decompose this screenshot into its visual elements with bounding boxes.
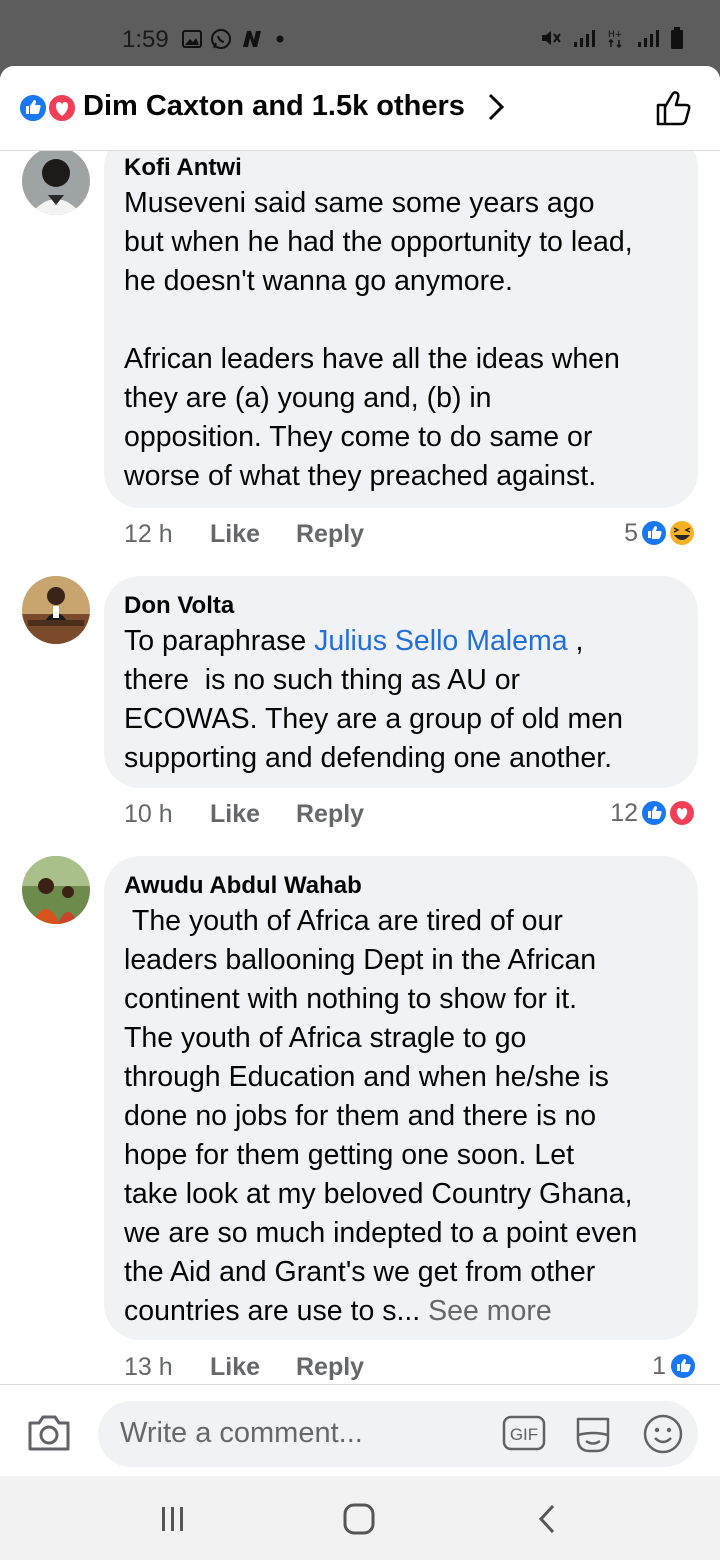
comment-timestamp: 10 h <box>124 800 173 828</box>
comment-bubble[interactable]: Don Volta To paraphrase Julius Sello Mal… <box>104 576 698 788</box>
comment-line: countries are use to s... See more <box>124 1292 552 1331</box>
signal-icon <box>574 30 595 47</box>
status-left-icons <box>182 28 288 50</box>
comment-line: worse of what they preached against. <box>124 460 597 492</box>
reaction-count[interactable]: 12 <box>610 798 698 828</box>
comment-text: , <box>567 625 584 657</box>
reactions-header[interactable]: Dim Caxton and 1.5k others <box>0 66 720 151</box>
status-bar: 1:59 H+ <box>0 0 720 70</box>
like-reaction-icon <box>640 799 668 827</box>
home-icon[interactable] <box>342 1502 376 1536</box>
gif-icon[interactable]: GIF <box>502 1415 546 1451</box>
camera-icon[interactable] <box>26 1411 72 1453</box>
comment-input-placeholder: Write a comment... <box>120 1417 363 1449</box>
reply-link[interactable]: Reply <box>296 1353 364 1382</box>
comment-line: ECOWAS. They are a group of old men <box>124 703 623 735</box>
comment-line: the Aid and Grant's we get from other <box>124 1256 596 1288</box>
comment-composer: Write a comment... GIF <box>0 1384 720 1476</box>
comment-line: through Education and when he/she is <box>124 1061 609 1093</box>
reply-link[interactable]: Reply <box>296 800 364 829</box>
like-link[interactable]: Like <box>210 800 260 829</box>
like-reaction-icon <box>669 1352 697 1380</box>
comment-line: he doesn't wanna go anymore. <box>124 265 513 297</box>
comment-author[interactable]: Don Volta <box>124 592 234 620</box>
like-link[interactable]: Like <box>210 520 260 549</box>
comment-line: opposition. They come to do same or <box>124 421 593 453</box>
love-reaction-icon <box>668 799 696 827</box>
comments-sheet: Dim Caxton and 1.5k others Kofi Antwi Mu… <box>0 66 720 1476</box>
system-nav-bar <box>0 1476 720 1560</box>
recents-icon[interactable] <box>158 1504 188 1534</box>
avatar[interactable] <box>22 150 90 215</box>
comment-input[interactable]: Write a comment... GIF <box>98 1401 698 1467</box>
comment-bubble[interactable]: Awudu Abdul Wahab The youth of Africa ar… <box>104 856 698 1340</box>
comment-line: The youth of Africa are tired of our <box>124 905 563 937</box>
back-icon[interactable] <box>536 1502 558 1536</box>
reactions-summary[interactable]: Dim Caxton and 1.5k others <box>83 90 465 123</box>
dot-icon <box>276 35 284 43</box>
comment-line: Museveni said same some years ago <box>124 187 595 219</box>
see-more-link[interactable]: See more <box>428 1295 552 1327</box>
hplus-icon: H+ <box>608 30 622 48</box>
comment-line: hope for them getting one soon. Let <box>124 1139 574 1171</box>
comment-line: The youth of Africa stragle to go <box>124 1022 527 1054</box>
comment-text: countries are use to s... <box>124 1295 429 1327</box>
header-reactions <box>18 93 77 123</box>
reaction-count-value: 12 <box>610 798 638 827</box>
chevron-right-icon[interactable] <box>484 90 508 124</box>
comment-author[interactable]: Awudu Abdul Wahab <box>124 872 362 900</box>
comment-timestamp: 12 h <box>124 520 173 548</box>
reply-link[interactable]: Reply <box>296 520 364 549</box>
comment-line: done no jobs for them and there is no <box>124 1100 597 1132</box>
signal2-icon <box>638 30 659 47</box>
comment-line: To paraphrase Julius Sello Malema , <box>124 622 583 661</box>
reaction-count-value: 5 <box>624 518 638 547</box>
comment-line: leaders ballooning Dept in the African <box>124 944 597 976</box>
comment-line: continent with nothing to show for it. <box>124 983 578 1015</box>
comment-line: but when he had the opportunity to lead, <box>124 226 633 258</box>
sticker-icon[interactable] <box>572 1413 614 1455</box>
mention-link[interactable]: Julius Sello Malema <box>314 625 567 657</box>
n-app-icon <box>243 31 261 47</box>
comment-list: Kofi Antwi Museveni said same some years… <box>0 150 720 1384</box>
status-right-icons: H+ <box>540 26 684 50</box>
like-reaction-icon <box>640 519 668 547</box>
like-link[interactable]: Like <box>210 1353 260 1382</box>
battery-icon <box>671 27 683 49</box>
comment-text: To paraphrase <box>124 625 315 657</box>
comment-author[interactable]: Kofi Antwi <box>124 154 242 182</box>
comment-bubble[interactable]: Kofi Antwi Museveni said same some years… <box>104 150 698 508</box>
status-time: 1:59 <box>122 26 169 53</box>
reaction-count[interactable]: 5 <box>624 518 698 548</box>
comment-line: we are so much indepted to a point even <box>124 1217 638 1249</box>
love-reaction-icon <box>47 93 77 123</box>
avatar[interactable] <box>22 576 90 644</box>
whatsapp-icon <box>211 29 231 49</box>
emoji-icon[interactable] <box>642 1413 684 1455</box>
comment-line: there is no such thing as AU or <box>124 664 521 696</box>
comment-timestamp: 13 h <box>124 1353 173 1381</box>
comment-line: they are (a) young and, (b) in <box>124 382 492 414</box>
svg-text:H+: H+ <box>608 30 622 40</box>
comment-line: African leaders have all the ideas when <box>124 343 620 375</box>
reaction-count[interactable]: 1 <box>652 1351 698 1381</box>
haha-reaction-icon <box>668 519 696 547</box>
comment-line: take look at my beloved Country Ghana, <box>124 1178 633 1210</box>
reaction-count-value: 1 <box>652 1351 666 1380</box>
like-reaction-icon <box>18 93 48 123</box>
thumbs-up-outline-icon[interactable] <box>654 88 694 128</box>
mute-icon <box>542 31 561 45</box>
gallery-icon <box>182 30 202 48</box>
comment-line: supporting and defending one another. <box>124 742 613 774</box>
gif-label: GIF <box>510 1425 538 1444</box>
avatar[interactable] <box>22 856 90 924</box>
